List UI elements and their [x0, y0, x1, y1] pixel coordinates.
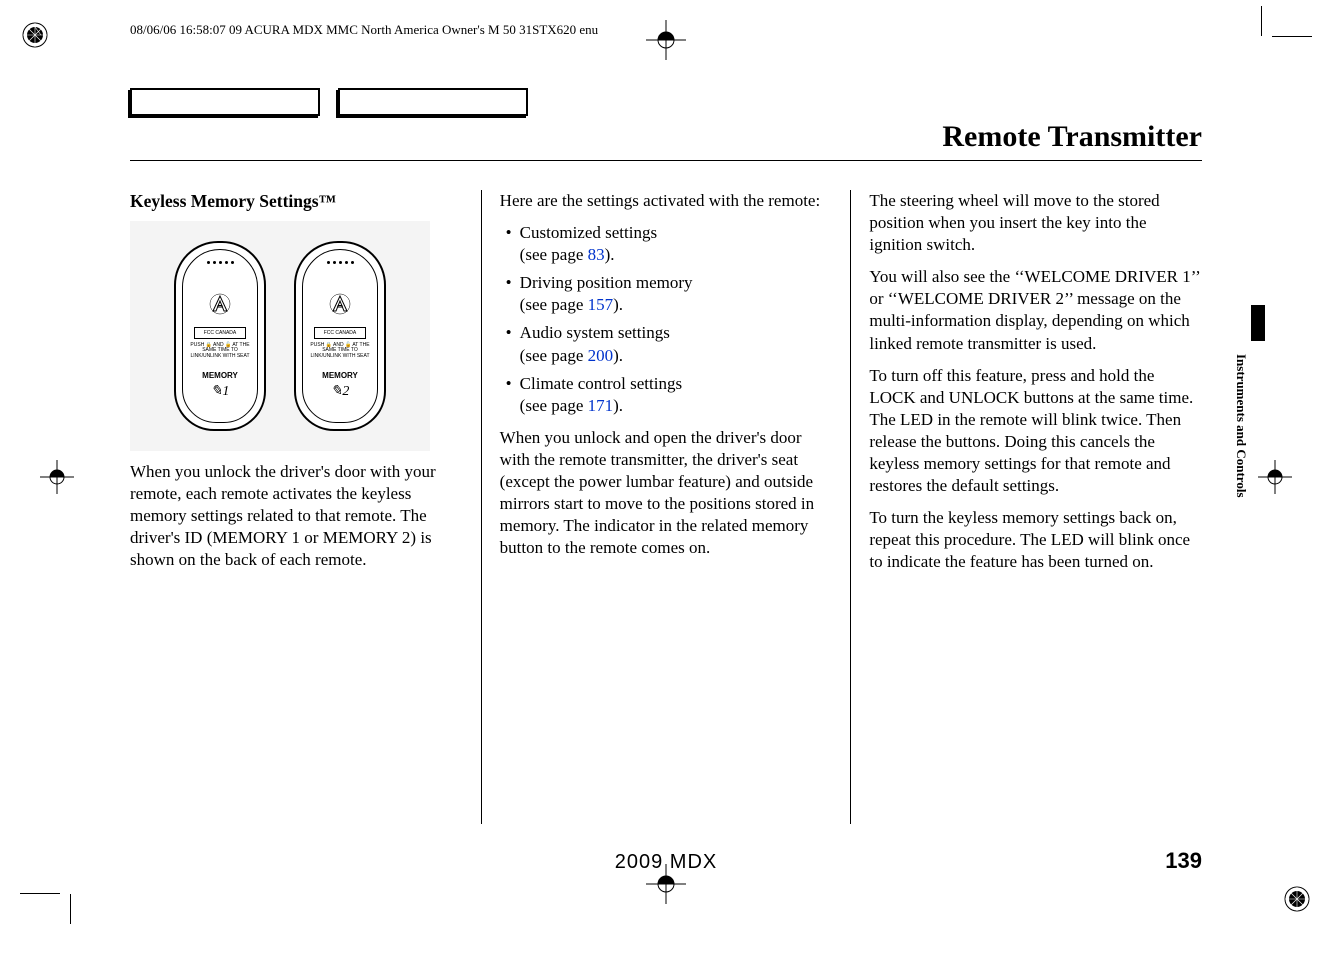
body-paragraph: To turn the keyless memory settings back…	[869, 507, 1202, 573]
remote-1-icon: FCC CANADA PUSH 🔒 AND 🔓 AT THE SAME TIME…	[174, 241, 266, 431]
page-link[interactable]: 171	[588, 396, 614, 415]
page-link[interactable]: 157	[588, 295, 614, 314]
body-paragraph: You will also see the ‘‘WELCOME DRIVER 1…	[869, 266, 1202, 354]
page-number: 139	[1165, 848, 1202, 874]
page-link[interactable]: 83	[588, 245, 605, 264]
crop-mark	[20, 893, 60, 894]
body-paragraph: Here are the settings activated with the…	[500, 190, 833, 212]
remote-2-icon: FCC CANADA PUSH 🔒 AND 🔓 AT THE SAME TIME…	[294, 241, 386, 431]
title-rule	[130, 160, 1202, 161]
section-marker	[1251, 305, 1265, 341]
section-tab: Instruments and Controls	[1237, 306, 1249, 546]
remote-illustration: FCC CANADA PUSH 🔒 AND 🔓 AT THE SAME TIME…	[130, 221, 430, 451]
body-paragraph: To turn off this feature, press and hold…	[869, 365, 1202, 498]
page-title: Remote Transmitter	[942, 120, 1202, 154]
crop-mark	[70, 894, 71, 924]
list-item: Climate control settings (see page 171).	[506, 373, 833, 417]
crosshair-icon	[646, 20, 686, 65]
list-item: Customized settings (see page 83).	[506, 222, 833, 266]
crosshair-icon	[40, 460, 74, 499]
list-item: Driving position memory (see page 157).	[506, 272, 833, 316]
body-paragraph: When you unlock and open the driver's do…	[500, 427, 833, 560]
header-meta: 08/06/06 16:58:07 09 ACURA MDX MMC North…	[130, 22, 598, 38]
section-heading: Keyless Memory Settings™	[130, 190, 463, 213]
crosshair-icon	[1258, 460, 1292, 499]
body-paragraph: When you unlock the driver's door with y…	[130, 461, 463, 571]
registration-mark-icon	[20, 20, 50, 50]
redacted-box	[338, 88, 528, 116]
body-paragraph: The steering wheel will move to the stor…	[869, 190, 1202, 256]
footer-model: 2009 MDX	[615, 851, 718, 874]
crop-mark	[1272, 36, 1312, 37]
settings-list: Customized settings (see page 83). Drivi…	[500, 222, 833, 417]
list-item: Audio system settings (see page 200).	[506, 322, 833, 366]
redacted-box	[130, 88, 320, 116]
redacted-boxes	[130, 88, 528, 116]
registration-mark-icon	[1282, 884, 1312, 914]
crop-mark	[1261, 6, 1262, 36]
page-link[interactable]: 200	[588, 346, 614, 365]
